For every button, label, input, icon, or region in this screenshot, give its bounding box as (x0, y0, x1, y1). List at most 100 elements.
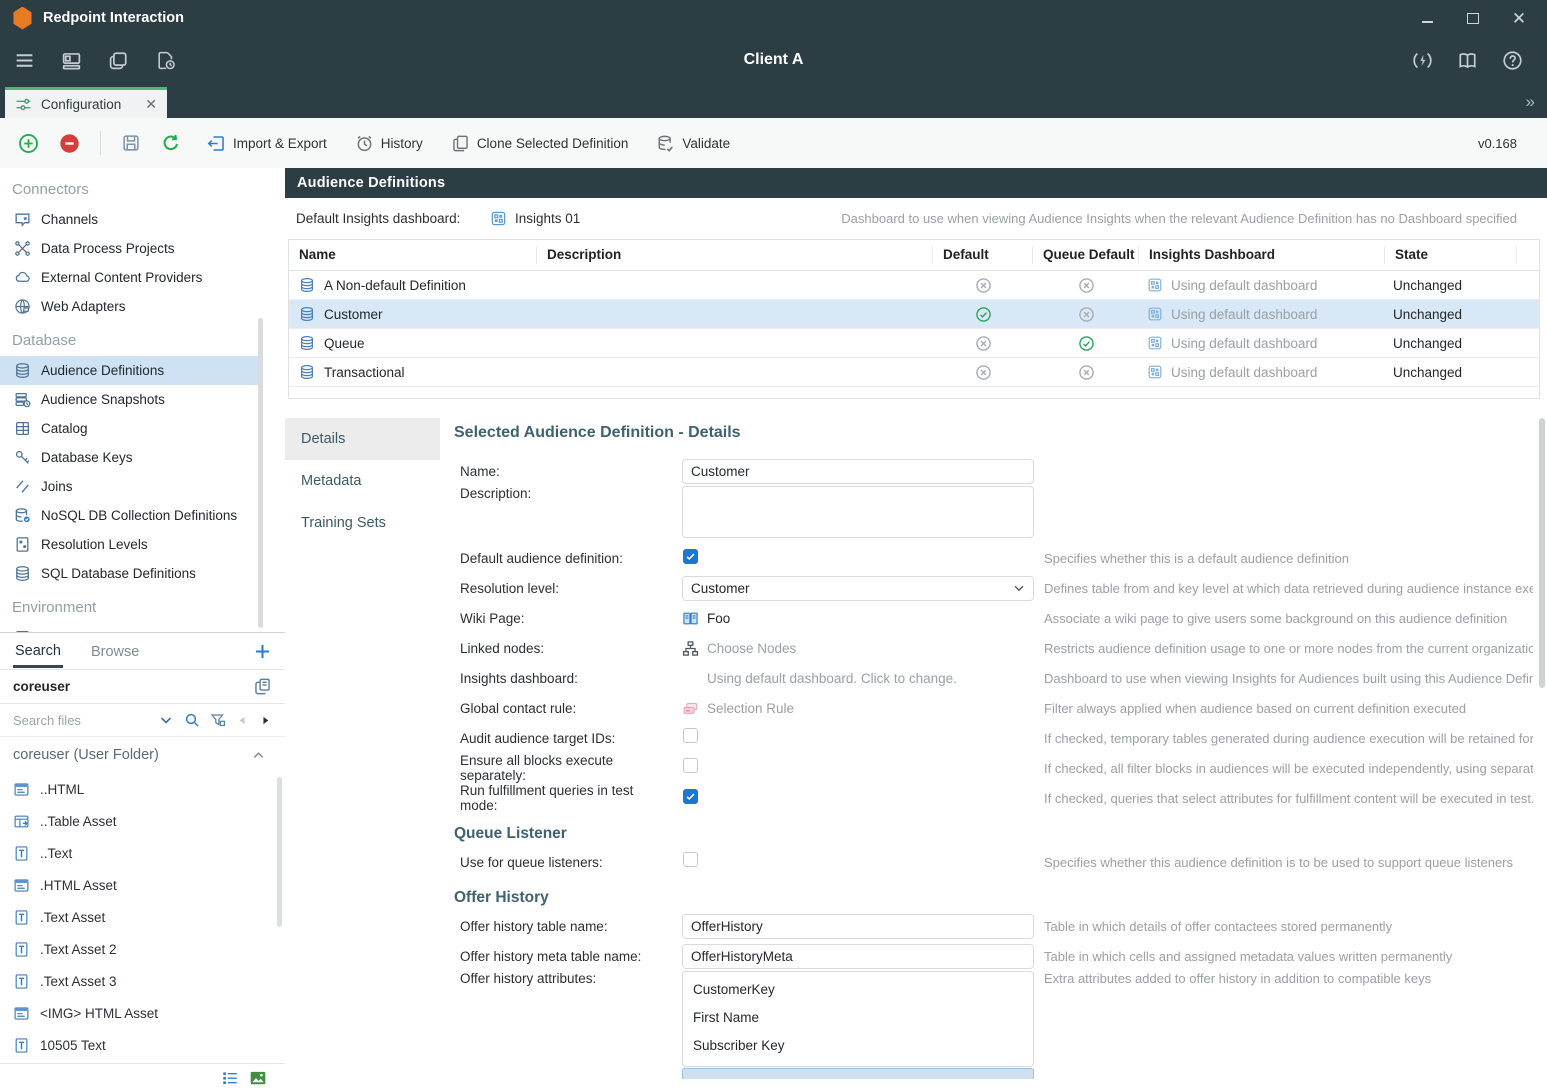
row-insights-dashboard[interactable]: Using default dashboard (1139, 277, 1385, 293)
sidebar-item-web-adapters[interactable]: Web Adapters (0, 292, 258, 321)
column-header-state[interactable]: State (1385, 246, 1517, 264)
file-list-item[interactable]: .HTML Asset (0, 869, 285, 901)
column-header-insights-dashboard[interactable]: Insights Dashboard (1139, 246, 1385, 264)
resolution-level-select[interactable]: Customer (682, 576, 1034, 601)
details-tab-training-sets[interactable]: Training Sets (285, 502, 440, 544)
sidebar-item-database-keys[interactable]: Database Keys (0, 443, 258, 472)
file-list-item[interactable]: ..HTML (0, 773, 285, 805)
table-row[interactable]: Customer Using default dashboard Unchang… (289, 300, 1539, 329)
file-list-item[interactable]: .Text Asset 2 (0, 933, 285, 965)
refresh-button[interactable] (161, 133, 181, 153)
sidebar-item-audience-snapshots[interactable]: Audience Snapshots (0, 385, 258, 414)
next-result-icon[interactable] (259, 714, 272, 727)
details-tab-details[interactable]: Details (285, 418, 440, 460)
table-row[interactable]: Queue Using default dashboard Unchanged (289, 329, 1539, 358)
sidebar-item-audience-definitions[interactable]: Audience Definitions (0, 356, 258, 385)
layout-view-icon[interactable] (61, 50, 82, 71)
row-default-toggle[interactable] (933, 364, 1033, 381)
history-button[interactable]: History (355, 134, 423, 153)
audit-audience-target-ids-checkbox[interactable] (683, 728, 698, 743)
table-row[interactable]: A Non-default Definition Using default d… (289, 271, 1539, 300)
search-icon[interactable] (184, 712, 200, 728)
column-header-default[interactable]: Default (933, 246, 1033, 264)
ensure-all-blocks-execute-separately-checkbox[interactable] (683, 758, 698, 773)
clone-definition-button[interactable]: Clone Selected Definition (451, 134, 629, 153)
hamburger-menu-icon[interactable] (14, 50, 35, 71)
sidebar-item-data-process-projects[interactable]: Data Process Projects (0, 234, 258, 263)
sidebar-item-resolution-levels[interactable]: Resolution Levels (0, 530, 258, 559)
tab-browse[interactable]: Browse (89, 636, 141, 666)
tab-search[interactable]: Search (13, 635, 63, 668)
file-list-scrollbar[interactable] (277, 777, 282, 927)
chevron-down-icon[interactable] (158, 712, 174, 728)
image-view-icon[interactable] (249, 1069, 267, 1087)
documentation-book-icon[interactable] (1457, 50, 1478, 71)
remove-button[interactable] (59, 133, 80, 154)
row-queue-default-toggle[interactable] (1033, 306, 1139, 323)
help-icon[interactable] (1502, 50, 1523, 71)
sidebar-item-nosql-db-collection-definitions[interactable]: NoSQL DB Collection Definitions (0, 501, 258, 530)
save-button[interactable] (121, 133, 141, 153)
sidebar-scrollbar[interactable] (258, 318, 263, 628)
row-insights-dashboard[interactable]: Using default dashboard (1139, 364, 1385, 380)
row-insights-dashboard[interactable]: Using default dashboard (1139, 335, 1385, 351)
filter-icon[interactable] (210, 712, 226, 728)
default-audience-definition-checkbox[interactable] (683, 549, 698, 564)
global-contact-rule-link[interactable]: Selection Rule (682, 700, 1034, 717)
chevron-up-icon[interactable] (251, 748, 266, 763)
list-view-icon[interactable] (221, 1069, 239, 1087)
clipped-input[interactable] (682, 1068, 1034, 1079)
search-files-input[interactable]: Search files (13, 713, 148, 728)
listbox-item[interactable]: First Name (693, 1004, 1023, 1032)
offer-history-attributes-listbox[interactable]: CustomerKeyFirst NameSubscriber Key (682, 971, 1034, 1067)
offer-history-table-name-field[interactable] (682, 914, 1034, 939)
row-queue-default-toggle[interactable] (1033, 335, 1139, 352)
sidebar-item-sql-database-definitions[interactable]: SQL Database Definitions (0, 559, 258, 588)
file-list-item[interactable]: ..Text (0, 837, 285, 869)
column-header-name[interactable]: Name (289, 246, 537, 264)
maximize-button[interactable] (1465, 10, 1481, 26)
clone-window-icon[interactable] (108, 50, 129, 71)
search-query-text[interactable]: coreuser (13, 679, 70, 694)
name-field[interactable] (682, 459, 1034, 484)
details-tab-metadata[interactable]: Metadata (285, 460, 440, 502)
row-default-toggle[interactable] (933, 306, 1033, 323)
close-button[interactable]: ✕ (1511, 10, 1527, 26)
sidebar-item-catalog[interactable]: Catalog (0, 414, 258, 443)
file-list-item[interactable]: .Text Asset (0, 901, 285, 933)
offer-history-meta-table-name-field[interactable] (682, 944, 1034, 969)
prev-result-icon[interactable] (236, 714, 249, 727)
default-dashboard-value[interactable]: Insights 01 (490, 210, 580, 227)
sidebar-item-joins[interactable]: Joins (0, 472, 258, 501)
file-list-item[interactable]: 10505 Text (0, 1029, 285, 1061)
validate-button[interactable]: Validate (656, 134, 730, 153)
sidebar-item-environment-item[interactable] (0, 623, 258, 632)
tab-configuration[interactable]: Configuration ✕ (5, 87, 167, 118)
document-history-icon[interactable] (155, 50, 176, 71)
description-field[interactable] (682, 486, 1034, 538)
file-list-item[interactable]: ..Table Asset (0, 805, 285, 837)
file-list-item[interactable]: <IMG> HTML Asset (0, 997, 285, 1029)
tab-overflow-chevrons-icon[interactable]: » (1526, 92, 1547, 118)
row-queue-default-toggle[interactable] (1033, 277, 1139, 294)
tab-close-icon[interactable]: ✕ (145, 97, 157, 111)
column-header-description[interactable]: Description (537, 246, 933, 264)
row-default-toggle[interactable] (933, 277, 1033, 294)
copy-file-icon[interactable] (253, 677, 272, 696)
sync-status-icon[interactable] (1412, 50, 1433, 71)
import-export-button[interactable]: Import & Export (207, 134, 327, 153)
add-button[interactable] (18, 133, 39, 154)
minimize-button[interactable] (1419, 10, 1435, 26)
run-fulfillment-queries-in-test-mode-checkbox[interactable] (683, 789, 698, 804)
column-header-queue-default[interactable]: Queue Default (1033, 246, 1139, 264)
sidebar-item-channels[interactable]: Channels (0, 205, 258, 234)
file-list-item[interactable]: .Text Asset 3 (0, 965, 285, 997)
table-row[interactable]: Transactional Using default dashboard Un… (289, 358, 1539, 387)
add-asset-icon[interactable] (253, 642, 272, 661)
wiki-page-link[interactable]: Foo (682, 610, 1034, 627)
use-for-queue-listeners-checkbox[interactable] (683, 852, 698, 867)
details-scrollbar[interactable] (1539, 418, 1545, 688)
linked-nodes-link[interactable]: Choose Nodes (682, 640, 1034, 657)
row-queue-default-toggle[interactable] (1033, 364, 1139, 381)
insights-dashboard-link[interactable]: Using default dashboard. Click to change… (682, 670, 1034, 687)
